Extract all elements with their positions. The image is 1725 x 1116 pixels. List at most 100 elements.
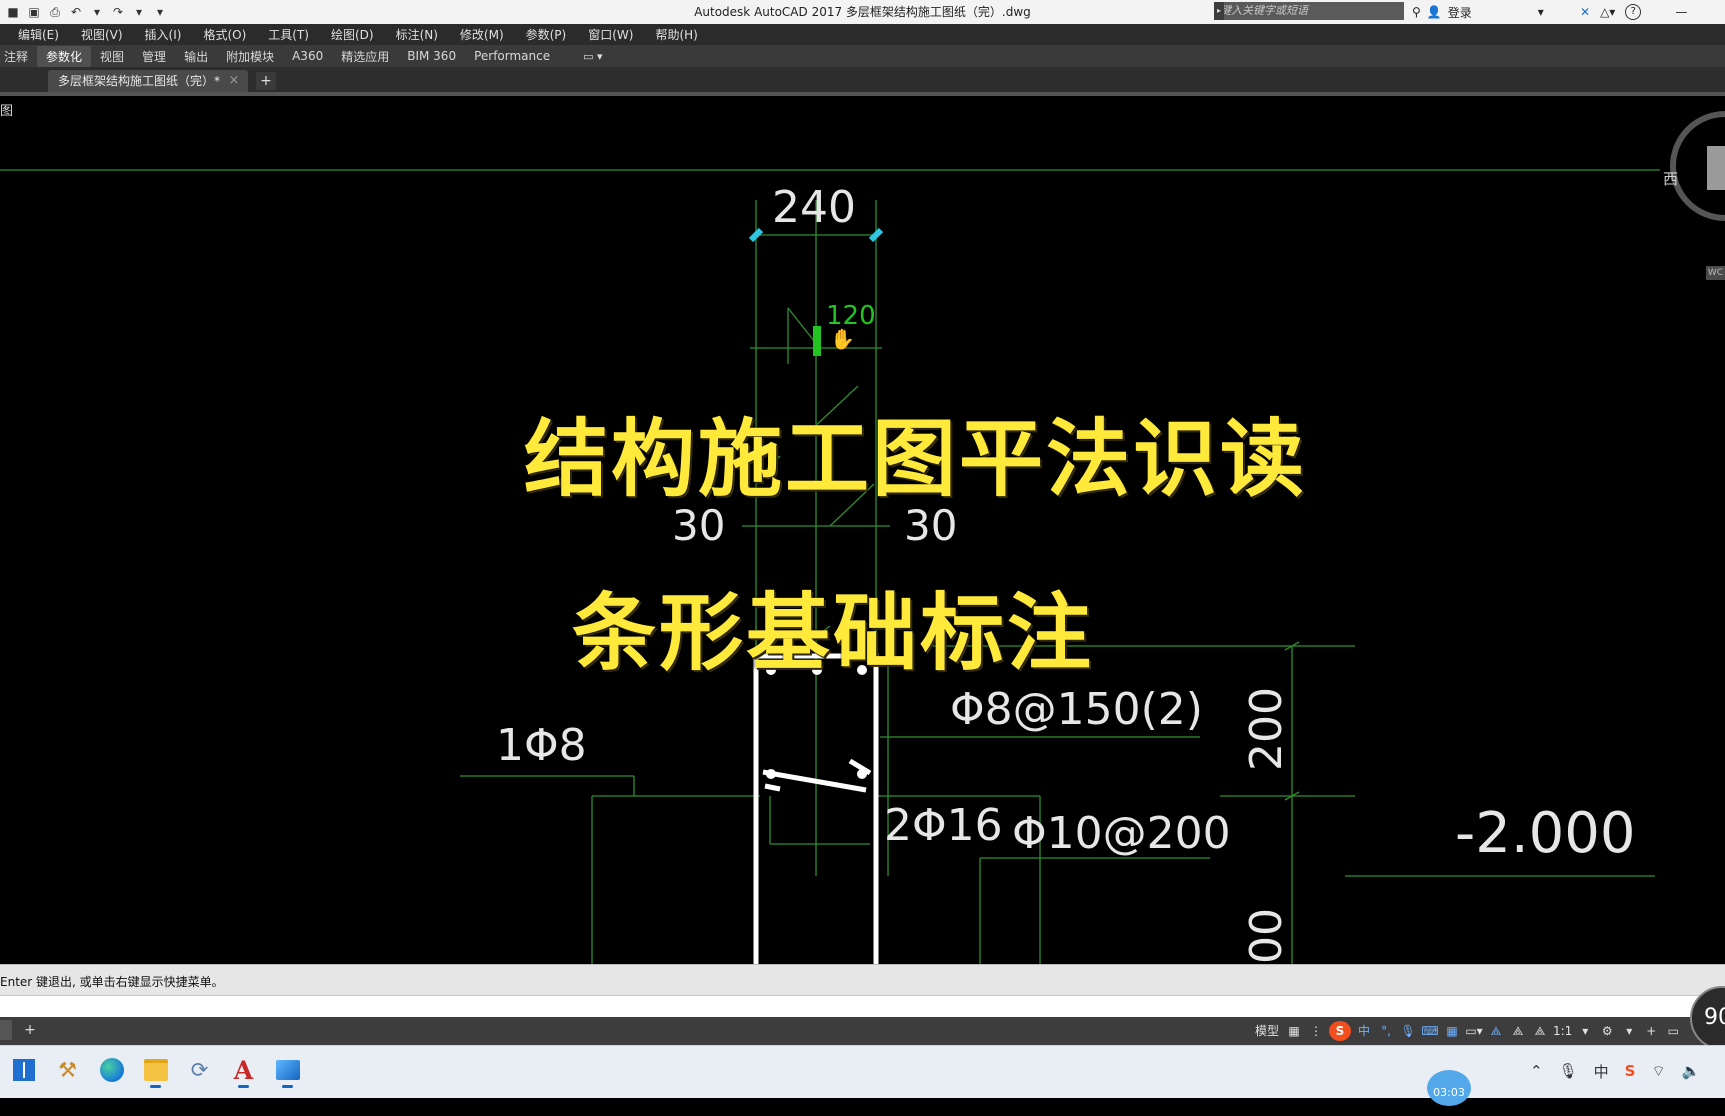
apps-grid-icon[interactable]: ▦	[1443, 1021, 1461, 1041]
customize-qat-icon[interactable]: ▾	[151, 3, 169, 21]
menu-item-4[interactable]: 工具(T)	[258, 26, 321, 43]
ribbon-tab-2[interactable]: 视图	[91, 46, 133, 67]
new-tab-button[interactable]: +	[256, 72, 276, 90]
wcs-menu[interactable]: WC	[1706, 266, 1725, 280]
taskbar-autocad[interactable]: A	[228, 1052, 259, 1088]
customize-plus-icon[interactable]: +	[1642, 1021, 1660, 1041]
ime-logo-icon[interactable]: S	[1329, 1021, 1351, 1041]
workspace-dropdown-icon[interactable]: ▾	[1620, 1021, 1638, 1041]
annotation-scale-icon[interactable]: ⟁	[1531, 1021, 1549, 1041]
menu-item-3[interactable]: 格式(O)	[193, 26, 258, 43]
taskbar-file-explorer[interactable]	[140, 1052, 171, 1088]
ribbon-minimize-toggle[interactable]: ▭ ▾	[583, 50, 602, 63]
layout-tab[interactable]	[0, 1020, 12, 1040]
scale-dropdown-icon[interactable]: ▾	[1576, 1021, 1594, 1041]
login-dropdown-icon[interactable]: ▾	[1538, 5, 1544, 19]
document-tab[interactable]: 多层框架结构施工图纸（完）*	[48, 70, 248, 92]
undo-icon[interactable]: ↶	[67, 3, 85, 21]
auto-scale-icon[interactable]: ⟁	[1509, 1021, 1527, 1041]
clock-bubble: 03:03	[1427, 1070, 1471, 1106]
taskbar-tool-app[interactable]: ⚒	[52, 1052, 83, 1088]
grid-icon[interactable]: ▦	[1285, 1021, 1303, 1041]
distribution-rebar-label: Φ10@200	[1012, 808, 1231, 859]
save-as-icon[interactable]: ▣	[25, 3, 43, 21]
microphone-icon[interactable]: 🎙	[1399, 1021, 1417, 1041]
scale-label[interactable]: 1:1	[1553, 1021, 1572, 1041]
dimension-width: 240	[772, 182, 856, 233]
save-icon[interactable]: ■	[4, 3, 22, 21]
ribbon-tab-9[interactable]: Performance	[465, 47, 559, 65]
photos-icon	[275, 1060, 300, 1080]
sogou-tray-icon[interactable]: S	[1625, 1062, 1636, 1080]
command-input[interactable]	[0, 995, 1725, 1018]
menu-item-0[interactable]: 编辑(E)	[0, 26, 71, 43]
exchange-icon[interactable]: ✕	[1580, 5, 1590, 19]
cad-drawing: 120 ✋ 240 30 30 1Φ8 Φ8@150(2) 200 2Φ16 Φ…	[0, 169, 1660, 964]
close-tab-icon[interactable]: ×	[226, 70, 242, 92]
ribbon-tab-8[interactable]: BIM 360	[398, 47, 465, 65]
viewcube[interactable]	[1655, 106, 1725, 276]
keyboard-icon[interactable]: ⌨	[1421, 1021, 1439, 1041]
menu-item-7[interactable]: 修改(M)	[450, 26, 516, 43]
taskbar-photos[interactable]	[272, 1052, 303, 1088]
volume-icon[interactable]: 🔈	[1682, 1062, 1701, 1080]
ribbon-tab-7[interactable]: 精选应用	[332, 46, 398, 67]
workspace-gear-icon[interactable]: ⚙	[1598, 1021, 1616, 1041]
redo-icon[interactable]: ↷	[109, 3, 127, 21]
isolate-icon[interactable]: ▭▾	[1465, 1021, 1483, 1041]
wifi-icon[interactable]: ⌔	[1651, 1062, 1665, 1081]
annotation-visibility-icon[interactable]: ⟁	[1487, 1021, 1505, 1041]
windows-taskbar: ⚒ ⟳ A 03:03 ⌃ 🎙 中 S ⌔ 🔈	[0, 1045, 1725, 1106]
dimension-vertical-2: 00	[1241, 908, 1292, 964]
snap-icon[interactable]: ⋮	[1307, 1021, 1325, 1041]
dimension-vertical: 200	[1241, 687, 1292, 771]
quick-access-toolbar: ■ ▣ ⎙ ↶ ▾ ↷ ▾ ▾	[0, 0, 169, 24]
ribbon-tab-1[interactable]: 参数化	[37, 45, 92, 67]
start-button[interactable]	[8, 1052, 39, 1088]
ribbon-tab-5[interactable]: 附加模块	[217, 46, 283, 67]
a360-icon[interactable]: △▾	[1600, 5, 1615, 19]
menu-item-5[interactable]: 绘图(D)	[321, 26, 386, 43]
ribbon-tab-4[interactable]: 输出	[175, 46, 217, 67]
sync-icon: ⟳	[190, 1058, 209, 1082]
login-area[interactable]: ⚲ 👤 登录 ▾	[1412, 2, 1544, 22]
overlay-title: 结构施工图平法识读	[524, 409, 1308, 508]
ribbon-tab-0[interactable]: 注释	[0, 46, 37, 67]
add-layout-button[interactable]: +	[20, 1020, 40, 1040]
ribbon-tab-6[interactable]: A360	[283, 47, 332, 65]
document-tab-bar: 多层框架结构施工图纸（完）* × +	[0, 67, 1725, 92]
compass-west-label[interactable]: 西	[1663, 168, 1678, 189]
windows-logo-icon	[12, 1059, 35, 1081]
user-icon: 👤	[1426, 5, 1442, 19]
ribbon-tab-3[interactable]: 管理	[133, 46, 175, 67]
minimize-button[interactable]: —	[1675, 5, 1687, 19]
menu-item-1[interactable]: 视图(V)	[71, 26, 135, 43]
menu-item-9[interactable]: 窗口(W)	[578, 26, 645, 43]
title-right-tools: ✕ △▾ ? —	[1580, 2, 1687, 22]
menu-item-2[interactable]: 插入(I)	[135, 26, 194, 43]
print-icon[interactable]: ⎙	[46, 3, 64, 21]
help-icon[interactable]: ?	[1625, 4, 1642, 20]
menu-item-6[interactable]: 标注(N)	[386, 26, 450, 43]
punctuation-icon[interactable]: °,	[1377, 1021, 1395, 1041]
taskbar-edge[interactable]	[96, 1052, 127, 1088]
elevation-label: -2.000	[1455, 801, 1636, 866]
search-input[interactable]: 键入关键字或短语	[1214, 2, 1404, 20]
taskbar-sync-app[interactable]: ⟳	[184, 1052, 215, 1088]
model-space-button[interactable]: 模型	[1253, 1021, 1281, 1041]
binoculars-icon[interactable]: ⚲	[1412, 5, 1421, 19]
microphone-tray-icon[interactable]: 🎙	[1559, 1062, 1578, 1080]
chevron-up-icon[interactable]: ⌃	[1530, 1062, 1543, 1080]
redo-dropdown-icon[interactable]: ▾	[130, 3, 148, 21]
status-toggles: 模型 ▦ ⋮ S 中 °, 🎙 ⌨ ▦ ▭▾ ⟁ ⟁ ⟁ 1:1 ▾ ⚙ ▾ +…	[1253, 1017, 1682, 1045]
ime-tray-icon[interactable]: 中	[1594, 1061, 1609, 1082]
undo-dropdown-icon[interactable]: ▾	[88, 3, 106, 21]
login-label[interactable]: 登录	[1448, 4, 1472, 21]
ime-language[interactable]: 中	[1355, 1021, 1373, 1041]
fullscreen-icon[interactable]: ▭	[1664, 1021, 1682, 1041]
drawing-canvas[interactable]: 图 120 ✋ 240 30 30 1Φ8 Φ8@150(2) 200 2Φ16…	[0, 96, 1725, 964]
search-expand-icon[interactable]: ▸	[1214, 2, 1224, 20]
rebar-left-label: 1Φ8	[496, 720, 587, 771]
menu-item-10[interactable]: 帮助(H)	[645, 26, 709, 43]
menu-item-8[interactable]: 参数(P)	[516, 26, 579, 43]
